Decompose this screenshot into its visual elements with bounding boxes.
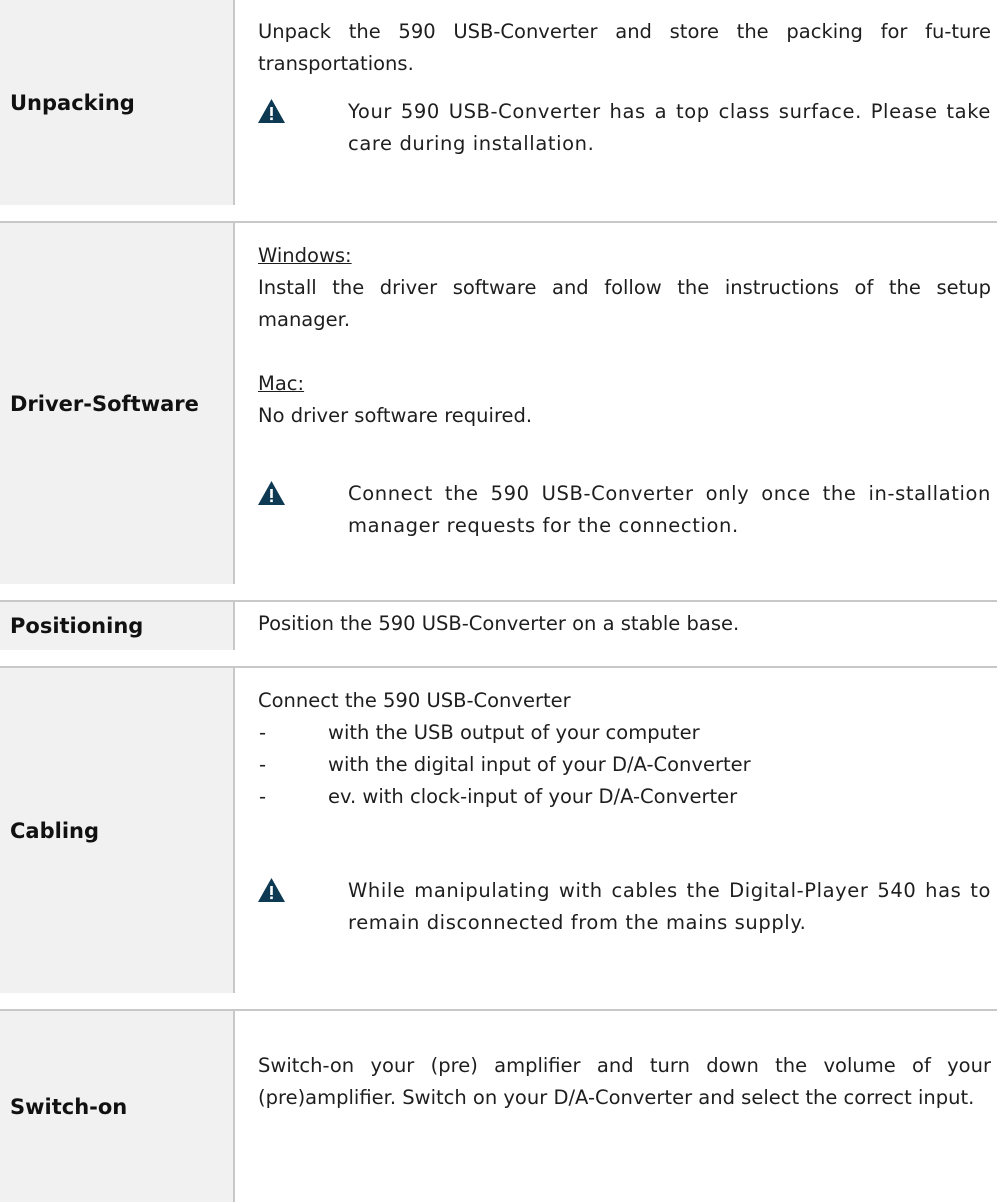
unpacking-warning: Your 590 USB-Converter has a top class s… (258, 96, 991, 160)
warning-icon (258, 481, 285, 505)
windows-text: Install the driver software and follow t… (258, 276, 991, 331)
list-item: - with the digital input of your D/A-Conv… (258, 749, 991, 781)
section-title-unpacking: Unpacking (0, 0, 235, 205)
list-item-text: ev. with clock-input of your D/A-Convert… (328, 785, 738, 808)
section-unpacking: Unpacking Unpack the 590 USB-Converter a… (0, 0, 997, 205)
bullet-dash: - (259, 721, 267, 744)
section-content-driver-software: Windows: Install the driver software and… (258, 240, 991, 542)
list-item-text: with the digital input of your D/A-Conve… (328, 753, 751, 776)
cabling-warning-text: While manipulating with cables the Digit… (348, 879, 991, 934)
list-item-text: with the USB output of your computer (328, 721, 700, 744)
warning-icon (258, 99, 285, 123)
section-driver-software: Driver-Software Windows: Install the dri… (0, 221, 997, 584)
section-title-driver-software: Driver-Software (0, 223, 235, 584)
section-title-cabling: Cabling (0, 668, 235, 993)
warning-icon (258, 878, 285, 902)
positioning-text: Position the 590 USB-Converter on a stab… (258, 612, 740, 635)
cabling-intro: Connect the 590 USB-Converter (258, 689, 571, 712)
bullet-dash: - (259, 753, 267, 776)
section-cabling: Cabling Connect the 590 USB-Converter - w… (0, 666, 997, 993)
driver-warning-text: Connect the 590 USB-Converter only once … (348, 482, 991, 537)
driver-warning: Connect the 590 USB-Converter only once … (258, 478, 991, 542)
mac-text: No driver software required. (258, 404, 533, 427)
windows-label: Windows: (258, 244, 352, 267)
list-item: - with the USB output of your computer (258, 717, 991, 749)
unpacking-warning-text: Your 590 USB-Converter has a top class s… (348, 100, 991, 155)
section-content-positioning: Position the 590 USB-Converter on a stab… (258, 608, 991, 640)
section-content-cabling: Connect the 590 USB-Converter - with the … (258, 685, 991, 939)
cabling-warning: While manipulating with cables the Digit… (258, 875, 991, 939)
section-positioning: Positioning Position the 590 USB-Convert… (0, 600, 997, 650)
bullet-dash: - (259, 785, 267, 808)
unpacking-text: Unpack the 590 USB-Converter and store t… (258, 20, 991, 75)
section-title-switch-on: Switch-on (0, 1011, 235, 1202)
section-switch-on: Switch-on Switch-on your (pre) amplifier… (0, 1009, 997, 1202)
list-item: - ev. with clock-input of your D/A-Conver… (258, 781, 991, 813)
section-content-switch-on: Switch-on your (pre) amplifier and turn … (258, 1050, 991, 1114)
section-content-unpacking: Unpack the 590 USB-Converter and store t… (258, 16, 991, 160)
mac-label: Mac: (258, 372, 305, 395)
section-title-positioning: Positioning (0, 602, 235, 650)
switch-on-text: Switch-on your (pre) amplifier and turn … (258, 1054, 991, 1109)
